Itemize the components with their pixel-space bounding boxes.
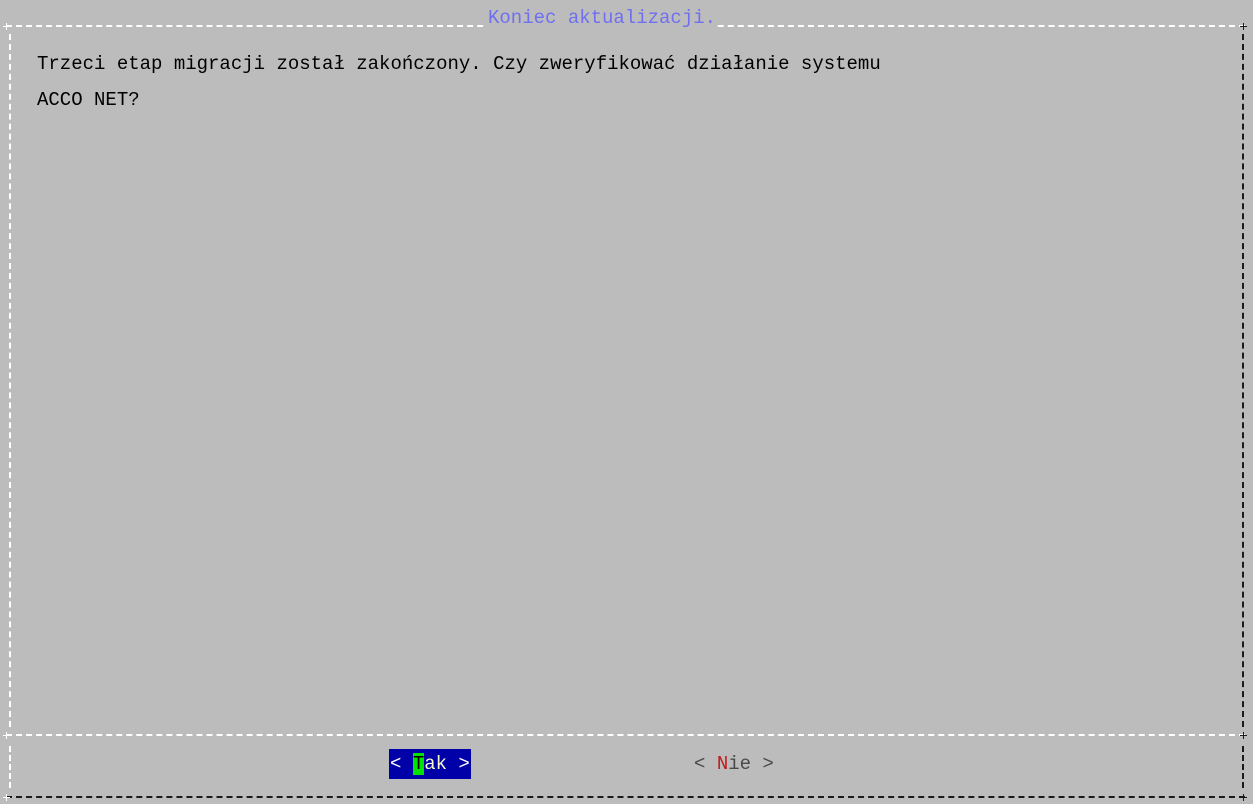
separator-corner-left xyxy=(3,732,10,739)
separator-corner-right xyxy=(1240,732,1247,739)
no-button-hotkey: N xyxy=(716,753,729,775)
button-separator xyxy=(6,734,1245,736)
confirm-dialog: Koniec aktualizacji. Trzeci etap migracj… xyxy=(0,0,1253,804)
dialog-title: Koniec aktualizacji. xyxy=(487,7,718,29)
dialog-message: Trzeci etap migracji został zakończony. … xyxy=(37,53,881,111)
no-button-label: ie xyxy=(728,753,752,775)
no-button[interactable]: < Nie > xyxy=(694,749,774,779)
yes-button-label: ak xyxy=(424,753,448,775)
frame-bottom-border xyxy=(6,796,1245,798)
frame-left-border xyxy=(9,34,11,727)
frame-corner-bottom-left xyxy=(3,794,10,801)
frame-corner-bottom-right xyxy=(1240,794,1247,801)
frame-right-border xyxy=(1242,34,1244,727)
yes-button-hotkey: T xyxy=(412,753,425,775)
frame-corner-top-left xyxy=(3,23,10,30)
frame-left-border-lower xyxy=(9,746,11,788)
frame-right-border-lower xyxy=(1242,746,1244,788)
no-button-open-bracket: < xyxy=(694,753,717,775)
no-button-close-bracket: > xyxy=(751,753,774,775)
frame-corner-top-right xyxy=(1240,23,1247,30)
yes-button-open-bracket: < xyxy=(390,753,413,775)
yes-button[interactable]: < Tak > xyxy=(389,749,471,779)
yes-button-close-bracket: > xyxy=(447,753,470,775)
